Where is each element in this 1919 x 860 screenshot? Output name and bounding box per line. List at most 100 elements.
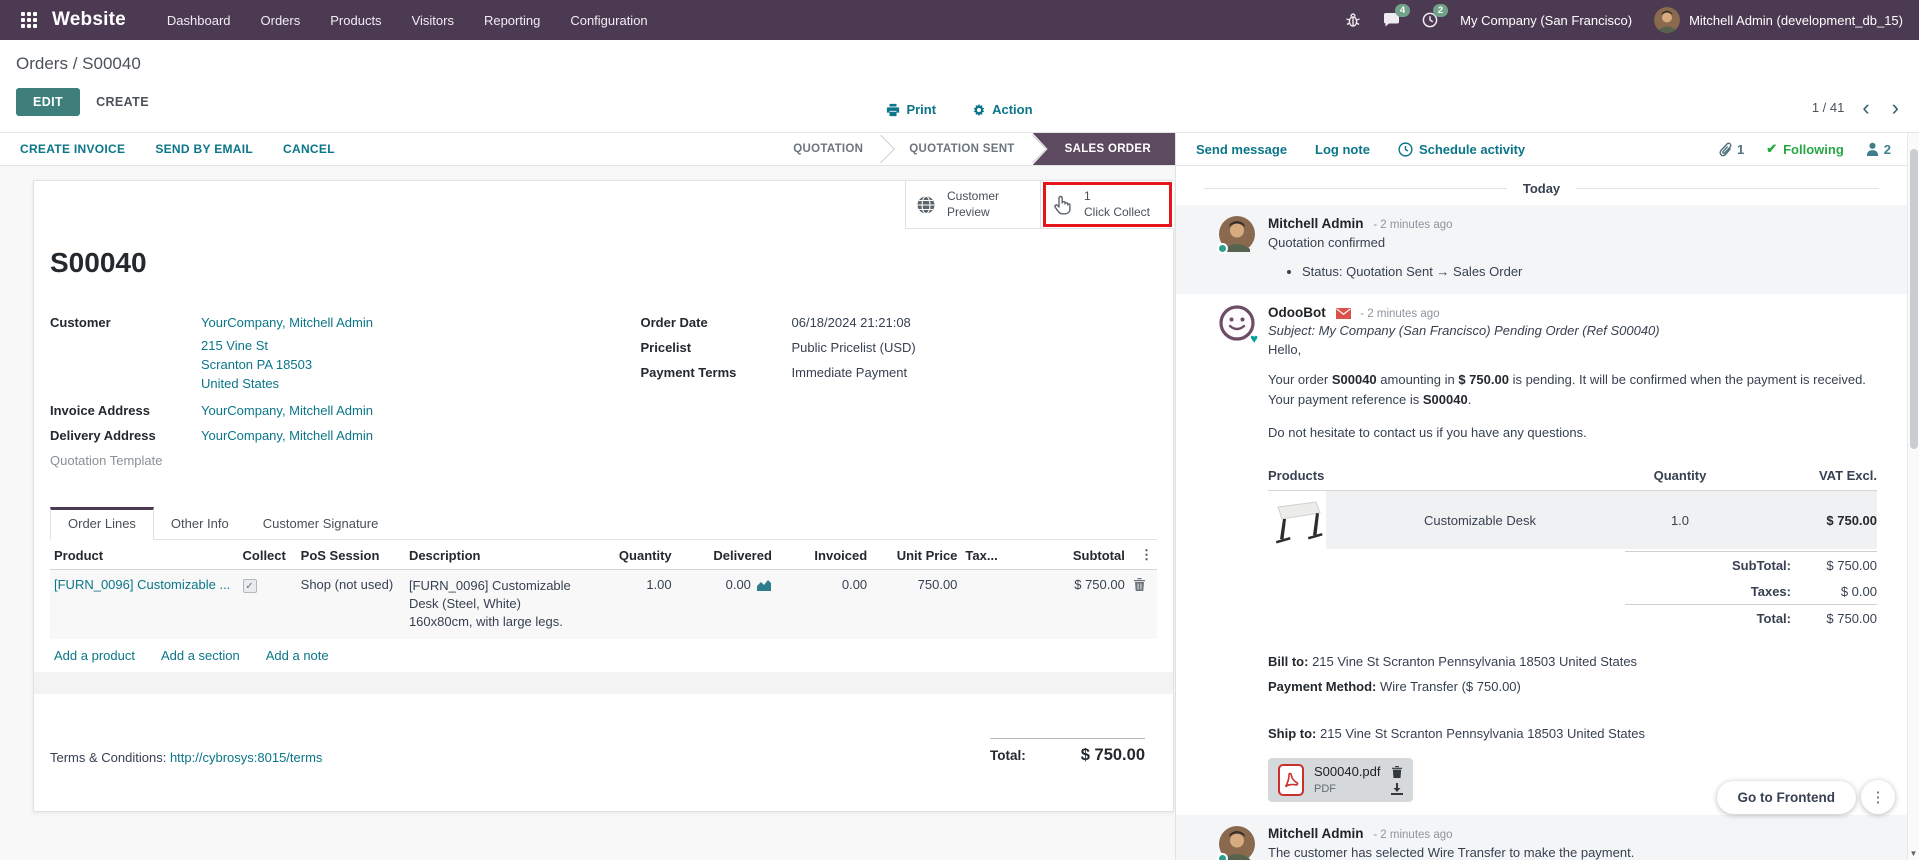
col-collect[interactable]: Collect [239,540,297,570]
following-button[interactable]: ✔ Following [1766,141,1844,157]
pager-next-icon[interactable]: › [1888,101,1903,115]
gear-icon [972,103,986,117]
message-author[interactable]: OdooBot [1268,305,1326,320]
col-tax[interactable]: Tax... [961,540,1016,570]
pricelist-value[interactable]: Public Pricelist (USD) [792,340,916,355]
apps-grid-icon[interactable] [16,7,42,33]
user-avatar [1654,7,1680,33]
message-quotation-confirmed[interactable]: Mitchell Admin - 2 minutes ago Quotation… [1176,205,1907,294]
breadcrumb-parent[interactable]: Orders [16,54,68,73]
message-author[interactable]: Mitchell Admin [1268,826,1364,841]
attachment-download-icon[interactable] [1391,783,1403,795]
customer-value[interactable]: YourCompany, Mitchell Admin [201,315,373,330]
message-author[interactable]: Mitchell Admin [1268,216,1364,231]
customer-address[interactable]: 215 Vine St Scranton PA 18503 United Sta… [201,336,604,393]
menu-visitors[interactable]: Visitors [397,7,469,34]
followers-button[interactable]: 2 [1866,142,1891,157]
pager-previous-icon[interactable]: ‹ [1858,101,1873,115]
menu-products[interactable]: Products [315,7,396,34]
click-collect-label: Click Collect [1084,205,1150,219]
email-taxes-label: Taxes: [1751,584,1791,599]
go-to-frontend-button[interactable]: Go to Frontend [1717,781,1856,814]
product-link[interactable]: [FURN_0096] Customizable ... [54,577,230,592]
add-product-link[interactable]: Add a product [54,648,135,663]
online-status-dot [1217,243,1228,254]
send-message-button[interactable]: Send message [1196,142,1287,157]
add-section-link[interactable]: Add a section [161,648,240,663]
col-description[interactable]: Description [405,540,585,570]
messages-icon[interactable]: 4 [1383,12,1400,28]
tab-order-lines[interactable]: Order Lines [50,507,154,540]
scrollbar-thumb[interactable] [1910,149,1918,449]
notebook-tabs: Order Lines Other Info Customer Signatur… [50,506,1157,540]
collect-checkbox[interactable]: ✓ [243,579,257,593]
invoice-address-value[interactable]: YourCompany, Mitchell Admin [201,403,373,418]
add-note-link[interactable]: Add a note [266,648,329,663]
activities-icon[interactable]: 2 [1422,12,1438,28]
tab-other-info[interactable]: Other Info [154,507,246,540]
company-switcher[interactable]: My Company (San Francisco) [1460,13,1632,28]
col-delivered[interactable]: Delivered [676,540,776,570]
create-invoice-button[interactable]: CREATE INVOICE [20,142,125,156]
app-name[interactable]: Website [52,9,126,31]
message-wire-transfer[interactable]: Mitchell Admin - 2 minutes ago The custo… [1176,815,1907,860]
menu-configuration[interactable]: Configuration [555,7,662,34]
click-collect-text: 1 Click Collect [1084,189,1150,220]
address-line-2: Scranton PA 18503 [201,355,604,374]
tab-customer-signature[interactable]: Customer Signature [246,507,396,540]
forecast-chart-icon[interactable] [756,578,772,591]
debug-bug-icon[interactable] [1345,12,1361,28]
col-product[interactable]: Product [50,540,239,570]
delivery-address-value[interactable]: YourCompany, Mitchell Admin [201,428,373,443]
print-button[interactable]: Print [886,102,936,117]
user-menu[interactable]: Mitchell Admin (development_db_15) [1654,7,1903,33]
payment-terms-value[interactable]: Immediate Payment [792,365,908,380]
attachment-card[interactable]: S00040.pdf PDF [1268,758,1413,802]
today-label: Today [1523,181,1560,196]
vertical-scrollbar[interactable]: ▼ [1907,133,1919,860]
click-collect-button[interactable]: 1 Click Collect [1040,181,1174,228]
payment-method-label: Payment Method: [1268,679,1376,694]
step-quotation-label: QUOTATION [793,143,863,155]
email-total-value: $ 750.00 [1805,611,1877,626]
col-invoiced[interactable]: Invoiced [776,540,871,570]
terms-link[interactable]: http://cybrosys:8015/terms [170,750,322,765]
pos-session-cell: Shop (not used) [297,570,405,639]
message-time: - 2 minutes ago [1373,219,1452,231]
delete-line-icon[interactable] [1133,577,1153,591]
terms-label: Terms & Conditions: [50,750,166,765]
customer-preview-button[interactable]: Customer Preview [906,181,1040,228]
clock-icon [1398,142,1413,157]
step-sales-order[interactable]: SALES ORDER [1033,133,1175,165]
order-total: Total: $ 750.00 [990,738,1145,765]
step-quotation[interactable]: QUOTATION [765,133,881,165]
attachment-delete-icon[interactable] [1391,765,1403,778]
col-pos-session[interactable]: PoS Session [297,540,405,570]
order-line-row[interactable]: [FURN_0096] Customizable ... ✓ Shop (not… [50,570,1157,639]
email-paragraph-2: Do not hesitate to contact us if you hav… [1268,423,1877,443]
send-by-email-button[interactable]: SEND BY EMAIL [155,142,253,156]
content-row: CREATE INVOICE SEND BY EMAIL CANCEL QUOT… [0,132,1919,860]
column-options-icon[interactable]: ⋮ [1140,547,1153,562]
col-subtotal[interactable]: Subtotal [1017,540,1129,570]
address-line-3: United States [201,374,604,393]
menu-dashboard[interactable]: Dashboard [152,7,246,34]
schedule-activity-button[interactable]: Schedule activity [1398,142,1525,157]
email-paragraph-1: Your order S00040 amounting in $ 750.00 … [1268,370,1877,410]
email-envelope-icon [1336,308,1351,319]
invoiced-cell: 0.00 [776,570,871,639]
attachment-name[interactable]: S00040.pdf [1314,764,1381,779]
menu-reporting[interactable]: Reporting [469,7,555,34]
pricelist-label: Pricelist [641,340,792,355]
message-pending-order-email[interactable]: ♥ OdooBot - 2 minutes ago Subject: My Co… [1176,294,1907,815]
col-unit-price[interactable]: Unit Price [871,540,961,570]
menu-orders[interactable]: Orders [246,7,316,34]
cancel-button[interactable]: CANCEL [283,142,335,156]
attachments-button[interactable]: 1 [1719,142,1744,157]
action-button[interactable]: Action [972,102,1032,117]
step-quotation-sent[interactable]: QUOTATION SENT [881,133,1032,165]
col-quantity[interactable]: Quantity [585,540,675,570]
log-note-button[interactable]: Log note [1315,142,1370,157]
scrollbar-down-arrow[interactable]: ▼ [1908,849,1919,858]
frontend-more-icon[interactable]: ⋮ [1861,780,1895,814]
